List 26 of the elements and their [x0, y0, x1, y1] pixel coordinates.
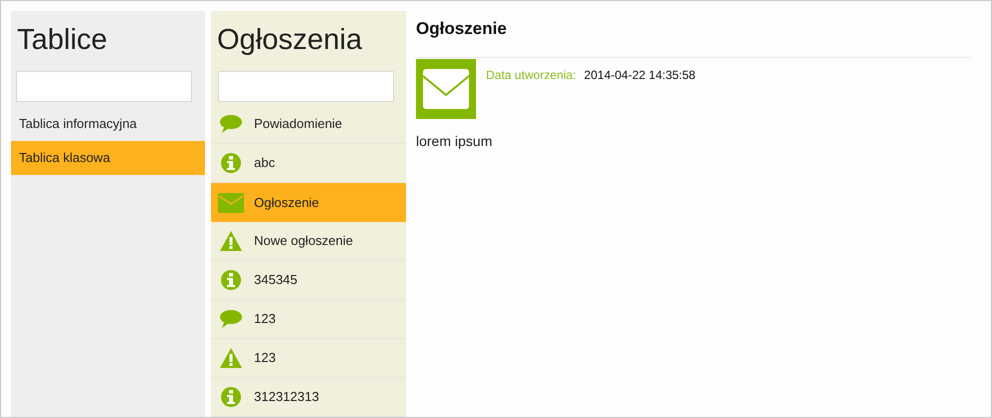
- detail-title: Ogłoszenie: [416, 18, 508, 40]
- panel-title: Ogłoszenia: [216, 23, 364, 58]
- announcement-item[interactable]: 312312313: [211, 378, 406, 417]
- announcement-item[interactable]: 345345: [211, 261, 406, 300]
- speech-bubble-icon: [219, 113, 243, 135]
- speech-bubble-icon: [219, 308, 243, 330]
- envelope-icon: [218, 192, 244, 212]
- board-item[interactable]: Tablica klasowa: [11, 141, 205, 175]
- board-item[interactable]: Tablica informacyjna: [11, 107, 205, 141]
- info-icon: [220, 152, 242, 174]
- info-icon: [220, 386, 242, 408]
- announcement-item[interactable]: Nowe ogłoszenie: [211, 222, 406, 261]
- created-label: Data utworzenia:: [486, 67, 576, 84]
- announcement-item[interactable]: 123: [211, 300, 406, 339]
- panel-title: Tablice: [16, 23, 108, 58]
- announcement-item[interactable]: 123: [211, 339, 406, 378]
- warning-icon: [219, 347, 243, 369]
- announcement-item[interactable]: Powiadomienie: [211, 105, 406, 144]
- envelope-icon: [416, 59, 476, 119]
- info-icon: [220, 269, 242, 291]
- body-text: lorem ipsum: [416, 132, 494, 151]
- search-field[interactable]: [16, 71, 192, 102]
- search-field[interactable]: [218, 71, 394, 102]
- announcement-item[interactable]: Ogłoszenie: [211, 183, 406, 222]
- warning-icon: [219, 230, 243, 252]
- created-value: 2014-04-22 14:35:58: [584, 67, 696, 84]
